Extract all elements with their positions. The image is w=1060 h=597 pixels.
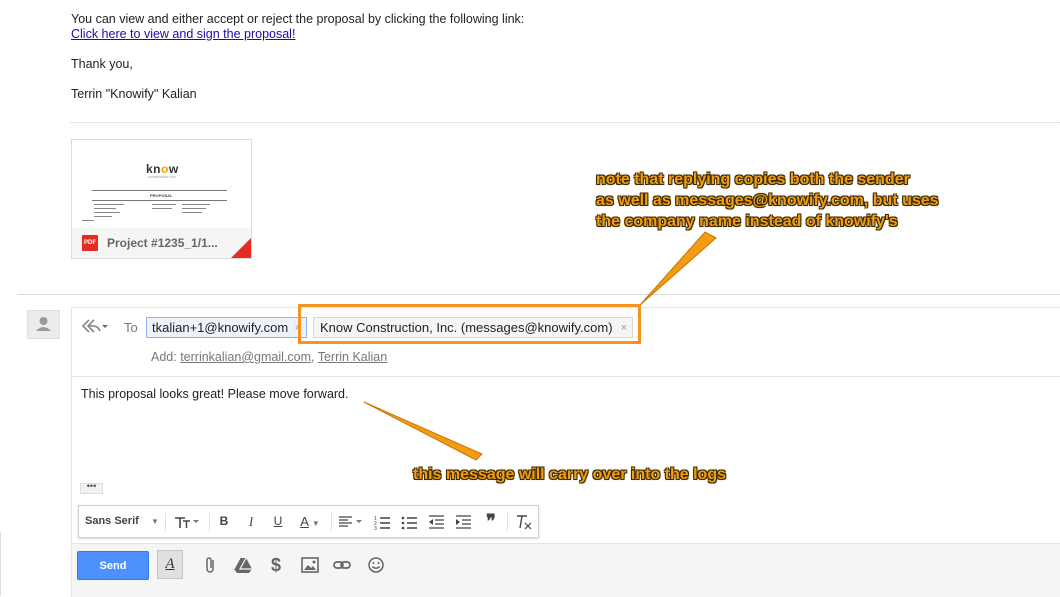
align-button[interactable] [336, 506, 366, 537]
insert-photo-button[interactable] [300, 555, 320, 575]
attachment-divider [71, 122, 1060, 123]
add-recipients: Add: terrinkalian@gmail.com, Terrin Kali… [151, 350, 388, 364]
insert-money-button[interactable]: $ [266, 555, 286, 575]
indent-more-button[interactable] [453, 506, 475, 537]
to-label: To [124, 320, 138, 335]
underline-button[interactable]: U [269, 506, 287, 537]
reply-all-menu-button[interactable] [80, 316, 110, 336]
formatting-options-toggle[interactable]: A [157, 550, 183, 579]
photo-icon [301, 557, 319, 573]
link-icon [333, 561, 351, 569]
italic-button[interactable]: I [242, 506, 260, 537]
recipient-chip[interactable]: tkalian+1@knowify.com × [146, 317, 307, 338]
add-name-link[interactable]: Terrin Kalian [318, 350, 387, 364]
font-size-button[interactable] [171, 506, 203, 537]
annotation-logs-note: this message will carry over into the lo… [413, 466, 726, 483]
insert-emoji-button[interactable] [366, 555, 386, 575]
doc-title: PROPOSAL [150, 193, 173, 198]
emoji-icon [368, 557, 384, 573]
attachment-corner-fold [231, 238, 251, 258]
attachment-card[interactable]: know construction inc. PROPOSAL PDF Proj… [71, 139, 252, 259]
annotation-recipients-note: note that replying copies both the sende… [596, 171, 939, 230]
attachment-preview: know construction inc. PROPOSAL [72, 140, 251, 228]
indent-more-icon [456, 515, 471, 529]
paperclip-icon [206, 557, 214, 573]
send-button[interactable]: Send [77, 551, 149, 580]
insert-link-button[interactable] [332, 555, 352, 575]
scrollbar-edge [0, 532, 3, 596]
attachment-footer: PDF Project #1235_1/1... [72, 228, 251, 258]
add-email-link[interactable]: terrinkalian@gmail.com [180, 350, 311, 364]
font-family-select[interactable]: Sans Serif ▼ [85, 506, 159, 537]
indent-less-button[interactable] [426, 506, 448, 537]
person-icon [36, 317, 51, 331]
recipient-highlight-box [298, 304, 641, 344]
clear-formatting-icon [517, 515, 532, 530]
attachment-name: Project #1235_1/1... [107, 236, 218, 250]
bulleted-list-button[interactable] [399, 506, 421, 537]
bulleted-list-icon [401, 516, 417, 530]
attach-file-button[interactable] [201, 555, 221, 575]
show-trimmed-content-button[interactable]: ••• [80, 482, 103, 494]
proposal-link[interactable]: Click here to view and sign the proposal… [71, 27, 295, 41]
formatting-toolbar: Sans Serif ▼ B I U A ▼ 1 2 3 ❞ [78, 505, 539, 538]
remove-formatting-button[interactable] [513, 506, 535, 537]
text-color-button[interactable]: A ▼ [294, 506, 326, 537]
pdf-icon: PDF [82, 235, 98, 251]
text-size-icon [175, 517, 199, 528]
message-divider [17, 294, 1060, 295]
doc-logo-subtitle: construction inc. [148, 174, 177, 179]
email-signature: Terrin "Knowify" Kalian [71, 87, 197, 101]
email-thanks: Thank you, [71, 57, 133, 71]
insert-drive-button[interactable] [233, 555, 253, 575]
quote-button[interactable]: ❞ [480, 506, 502, 537]
indent-less-icon [429, 515, 444, 529]
bold-button[interactable]: B [215, 506, 233, 537]
message-body-text[interactable]: This proposal looks great! Please move f… [81, 387, 349, 401]
reply-all-icon [81, 319, 108, 333]
avatar [27, 310, 60, 339]
numbered-list-button[interactable]: 1 2 3 [372, 506, 394, 537]
numbered-list-icon: 1 2 3 [374, 516, 390, 532]
align-left-icon [339, 516, 362, 527]
recipient-email: tkalian+1@knowify.com [152, 320, 289, 335]
email-text-line: You can view and either accept or reject… [71, 12, 525, 26]
svg-text:3: 3 [374, 526, 377, 532]
drive-icon [233, 557, 252, 573]
